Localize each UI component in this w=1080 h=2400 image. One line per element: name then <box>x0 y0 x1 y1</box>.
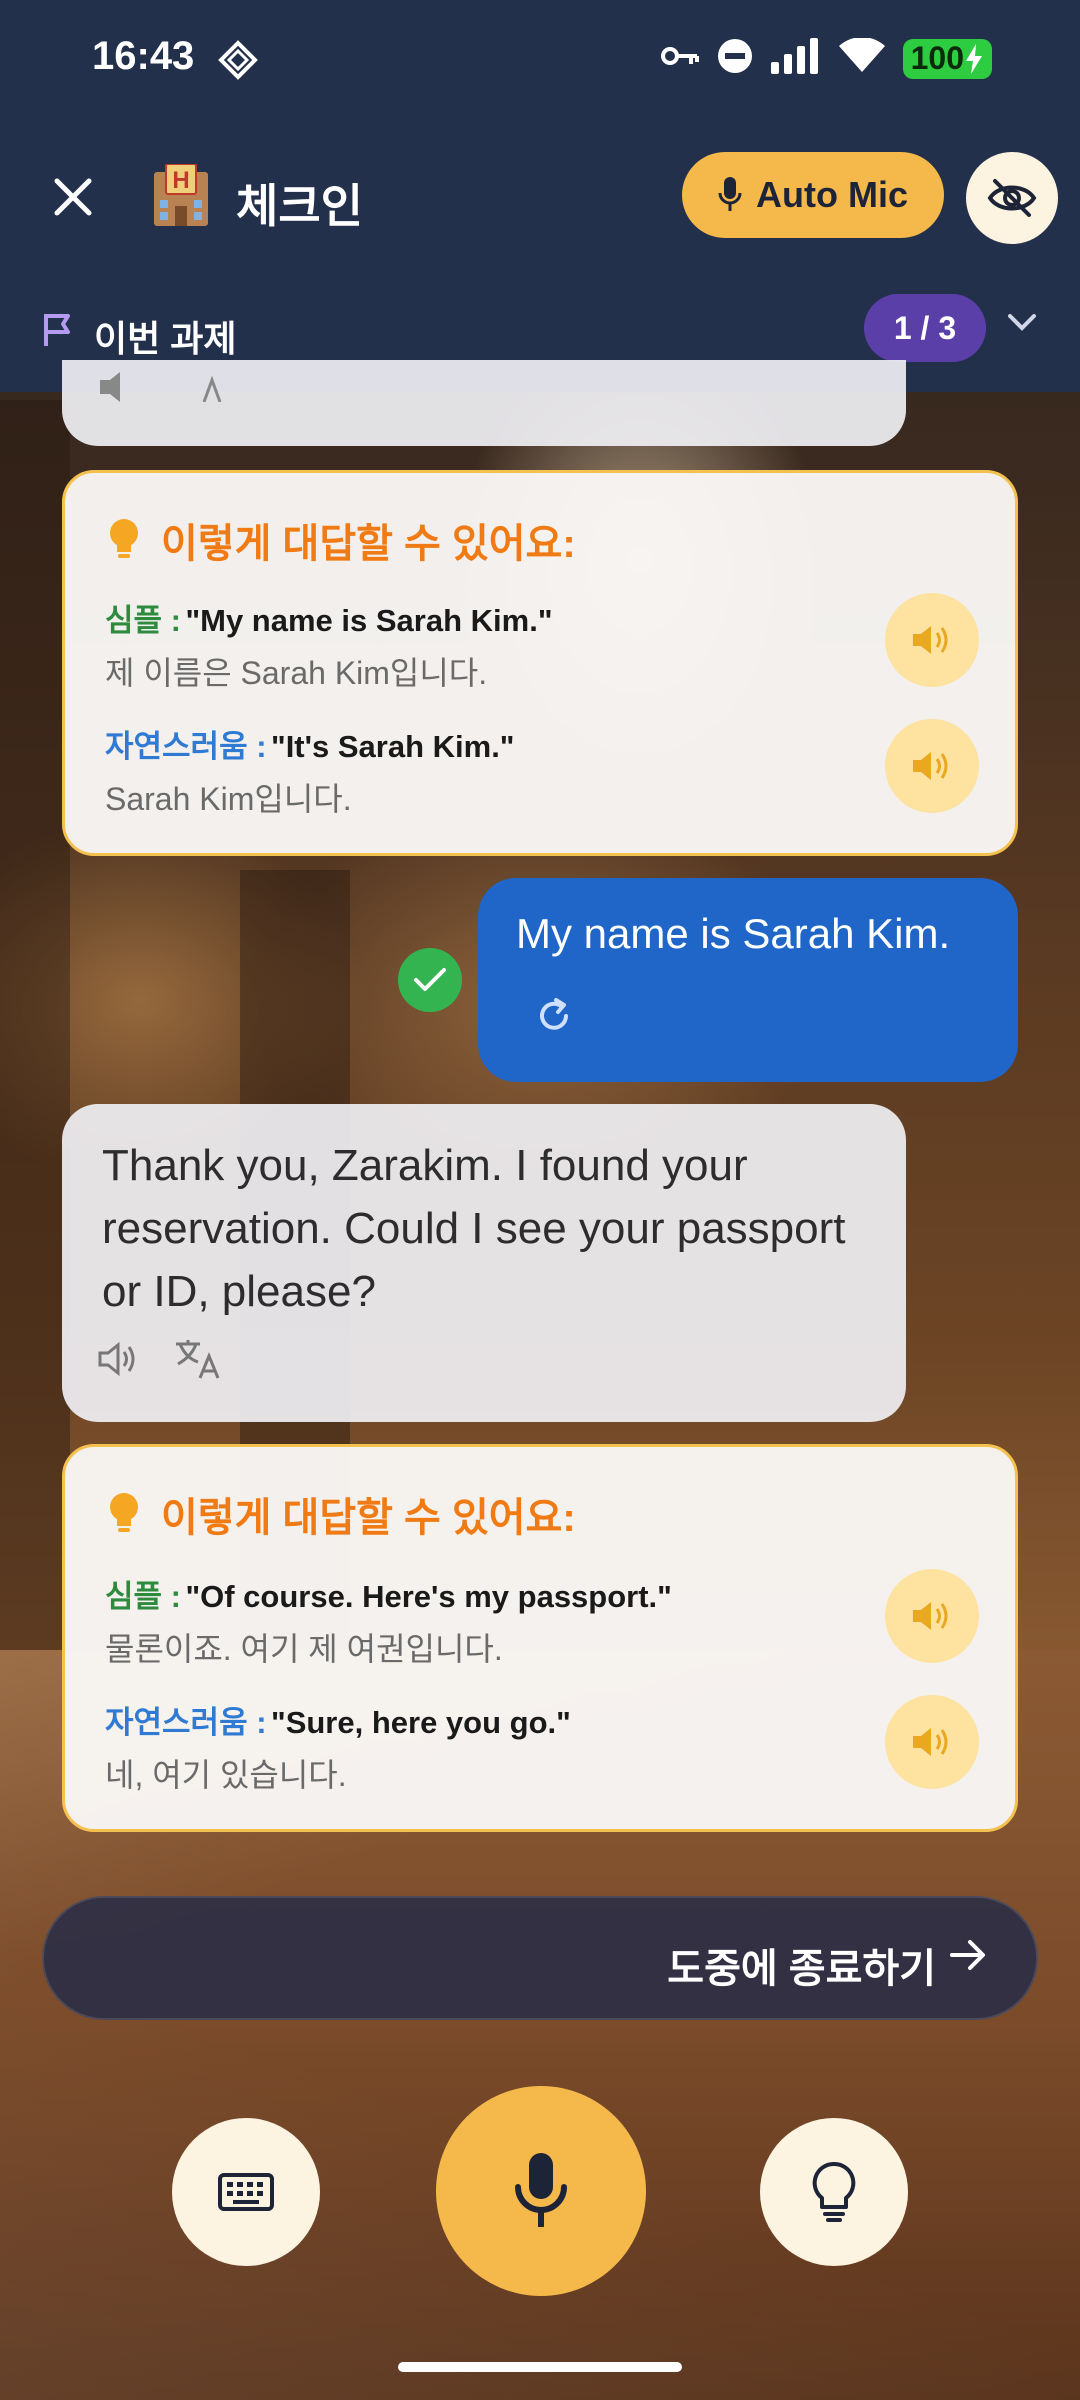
play-hint-button[interactable] <box>885 719 979 813</box>
hint-english: "It's Sarah Kim." <box>271 729 515 764</box>
dnd-icon <box>717 38 753 79</box>
lightbulb-icon <box>110 1493 138 1532</box>
speaker-icon[interactable] <box>98 1341 140 1381</box>
signal-icon <box>770 38 821 79</box>
simple-label: 심플 : <box>105 603 181 638</box>
hint-card: 이렇게 대답할 수 있어요: 심플 : "My name is Sarah Ki… <box>62 470 1018 856</box>
play-hint-button[interactable] <box>885 593 979 687</box>
hint-heading-text: 이렇게 대답할 수 있어요: <box>161 1496 576 1540</box>
mic-icon <box>718 177 742 211</box>
end-session-label: 도중에 종료하기 <box>667 1947 936 1991</box>
ai-message-text: Thank you, Zarakim. I found your reserva… <box>102 1141 846 1316</box>
lightbulb-icon <box>110 519 138 558</box>
hide-button[interactable] <box>966 152 1058 244</box>
hotel-icon: H <box>148 163 214 228</box>
auto-mic-button[interactable]: Auto Mic <box>682 152 944 238</box>
speaker-icon <box>913 626 948 654</box>
top-bar: 16:43 100 H 체크인 Auto Mic 이번 과제 1 / 3 <box>0 0 1080 392</box>
hint-option-natural: 자연스러움 : "Sure, here you go." 네, 여기 있습니다. <box>105 1697 571 1796</box>
translate-icon[interactable] <box>174 1338 222 1385</box>
record-mic-button[interactable] <box>436 2086 646 2296</box>
user-message-text: My name is Sarah Kim. <box>516 910 951 957</box>
hint-korean: 제 이름은 Sarah Kim입니다. <box>105 655 488 691</box>
arrow-right-icon <box>950 1938 986 1977</box>
hint-korean: Sarah Kim입니다. <box>105 781 352 817</box>
play-hint-button[interactable] <box>885 1695 979 1789</box>
battery-indicator: 100 <box>902 38 992 79</box>
home-indicator[interactable] <box>398 2362 682 2372</box>
user-message-bubble: My name is Sarah Kim. <box>478 878 1018 1082</box>
hint-heading: 이렇게 대답할 수 있어요: <box>107 1485 576 1543</box>
play-hint-button[interactable] <box>885 1569 979 1663</box>
eye-off-icon <box>987 179 1037 217</box>
task-label: 이번 과제 <box>94 318 237 359</box>
natural-label: 자연스러움 : <box>105 729 267 764</box>
cast-icon <box>218 40 258 85</box>
battery-level: 100 <box>910 40 964 76</box>
wifi-icon <box>838 37 885 79</box>
hint-button[interactable] <box>760 2118 908 2266</box>
hint-english: "Sure, here you go." <box>271 1705 571 1740</box>
hint-heading: 이렇게 대답할 수 있어요: <box>107 511 576 569</box>
close-button[interactable] <box>42 166 104 228</box>
hint-option-natural: 자연스러움 : "It's Sarah Kim." Sarah Kim입니다. <box>105 721 515 820</box>
hint-option-simple: 심플 : "My name is Sarah Kim." 제 이름은 Sarah… <box>105 595 553 694</box>
close-icon <box>54 178 92 216</box>
hint-korean: 물론이죠. 여기 제 여권입니다. <box>105 1631 503 1667</box>
task-progress-badge: 1 / 3 <box>864 294 986 362</box>
hint-heading-text: 이렇게 대답할 수 있어요: <box>161 522 576 566</box>
hint-card: 이렇게 대답할 수 있어요: 심플 : "Of course. Here's m… <box>62 1444 1018 1832</box>
speaker-icon[interactable] <box>98 372 144 407</box>
retry-icon[interactable] <box>534 996 574 1041</box>
svg-text:H: H <box>172 167 189 194</box>
simple-label: 심플 : <box>105 1579 181 1614</box>
hint-english: "My name is Sarah Kim." <box>185 603 553 638</box>
chevron-down-icon[interactable] <box>1004 310 1040 339</box>
charging-icon <box>966 43 982 74</box>
end-session-button[interactable]: 도중에 종료하기 <box>42 1896 1038 2020</box>
vpn-key-icon <box>660 44 699 73</box>
speaker-icon <box>913 752 948 780</box>
ai-message-bubble: Thank you, Zarakim. I found your reserva… <box>62 1104 906 1422</box>
lightbulb-icon <box>812 2161 856 2222</box>
speaker-icon <box>913 1602 948 1630</box>
background-pillar <box>0 400 70 1650</box>
check-icon <box>398 948 462 1012</box>
keyboard-icon <box>218 2173 274 2211</box>
flag-icon <box>42 312 72 353</box>
mic-icon <box>515 2153 567 2227</box>
translate-icon[interactable] <box>174 372 224 407</box>
hint-english: "Of course. Here's my passport." <box>185 1579 672 1614</box>
ai-message-bubble-partial <box>62 360 906 446</box>
status-icons: 100 <box>660 37 992 79</box>
header: H 체크인 Auto Mic <box>0 140 1080 250</box>
hint-korean: 네, 여기 있습니다. <box>105 1757 347 1793</box>
status-bar: 16:43 100 <box>0 0 1080 120</box>
speaker-icon <box>913 1728 948 1756</box>
status-time: 16:43 <box>92 34 195 78</box>
natural-label: 자연스러움 : <box>105 1705 267 1740</box>
page-title: 체크인 <box>236 180 363 232</box>
keyboard-button[interactable] <box>172 2118 320 2266</box>
auto-mic-label: Auto Mic <box>756 174 908 215</box>
hint-option-simple: 심플 : "Of course. Here's my passport." 물론… <box>105 1571 672 1670</box>
